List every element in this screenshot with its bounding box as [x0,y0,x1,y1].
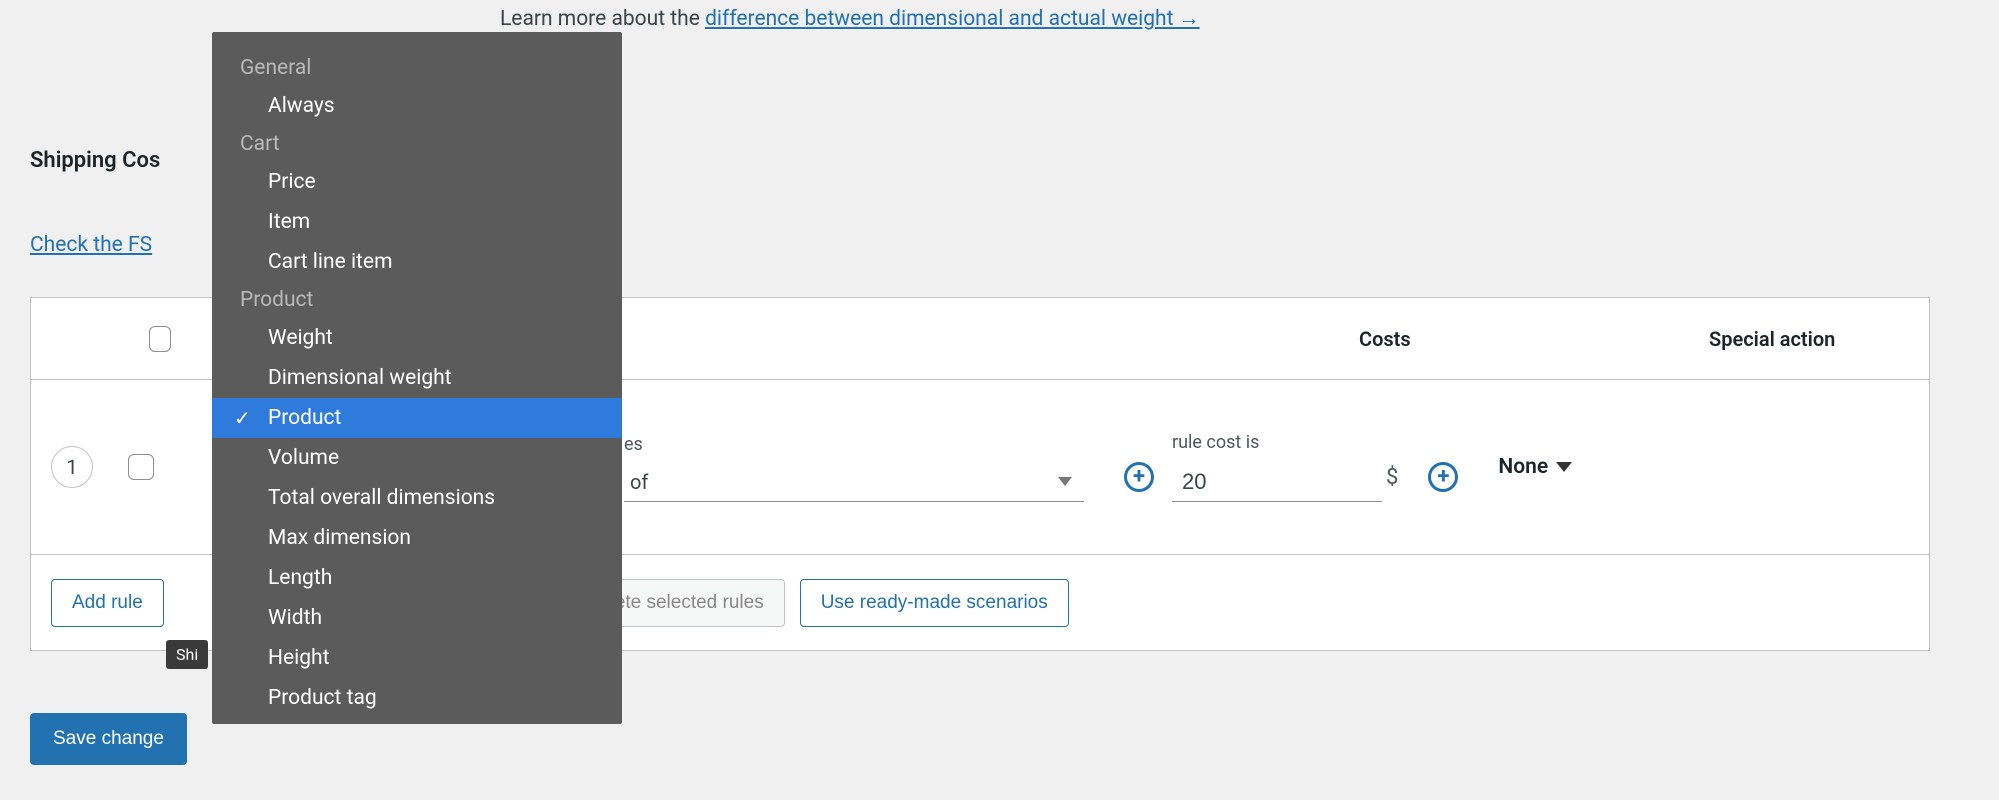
dropdown-item-label: Cart line item [268,250,392,274]
dropdown-item[interactable]: Always [212,86,622,126]
dropdown-item-label: Always [268,94,335,118]
dropdown-item[interactable]: Dimensional weight [212,358,622,398]
dropdown-group-label: Cart [212,126,622,162]
currency-symbol: $ [1386,465,1398,490]
dropdown-item-label: Max dimension [268,526,411,550]
of-select[interactable]: of [624,462,1084,502]
add-condition-button[interactable]: + [1124,462,1154,492]
dropdown-group-label: Product [212,282,622,318]
dropdown-group-label: General [212,50,622,86]
row-number: 1 [51,446,93,488]
dropdown-item[interactable]: Width [212,598,622,638]
dropdown-item[interactable]: Weight [212,318,622,358]
special-action-select[interactable]: None [1498,455,1572,479]
dropdown-item-label: Weight [268,326,333,350]
add-cost-button[interactable]: + [1428,462,1458,492]
dropdown-item-label: Product tag [268,686,377,710]
dropdown-item-label: Price [268,170,316,194]
dropdown-item-label: Item [268,210,310,234]
cost-input[interactable] [1172,462,1382,502]
delete-selected-button[interactable]: ete selected rules [594,579,785,627]
select-all-checkbox[interactable] [149,326,171,352]
of-truncated-label: es [624,434,643,455]
dropdown-item-label: Product [268,406,341,430]
dropdown-item[interactable]: Volume [212,438,622,478]
col-special-header: Special action [1709,327,1909,351]
dropdown-item-label: Total overall dimensions [268,486,495,510]
dropdown-item-label: Width [268,606,322,630]
chevron-down-icon [1556,462,1572,472]
dropdown-item-label: Height [268,646,329,670]
dropdown-item[interactable]: Price [212,162,622,202]
save-changes-button[interactable]: Save change [30,713,187,765]
cost-label: rule cost is [1172,432,1259,453]
chevron-down-icon [1058,477,1072,486]
learn-more-text: Learn more about the difference between … [500,7,1200,31]
dropdown-item[interactable]: Product tag [212,678,622,718]
add-rule-button[interactable]: Add rule [51,579,164,627]
dropdown-item[interactable]: ✓ Product [212,398,622,438]
col-costs-header: Costs [1359,327,1709,351]
dropdown-item[interactable]: Height [212,638,622,678]
dropdown-item[interactable]: Item [212,202,622,242]
special-action-value: None [1498,455,1548,479]
dropdown-item[interactable]: Length [212,558,622,598]
check-icon: ✓ [234,406,251,430]
of-select-text: of [630,470,648,494]
check-fs-link[interactable]: Check the FS [30,233,152,257]
tooltip: Shi [166,640,208,669]
use-scenarios-button[interactable]: Use ready-made scenarios [800,579,1069,627]
row-checkbox[interactable] [128,454,154,480]
dropdown-item-label: Dimensional weight [268,366,452,390]
dropdown-item[interactable]: Max dimension [212,518,622,558]
dropdown-item[interactable]: Total overall dimensions [212,478,622,518]
dropdown-item[interactable]: Cart line item [212,242,622,282]
learn-more-link[interactable]: difference between dimensional and actua… [705,7,1200,31]
dropdown-item-label: Length [268,566,332,590]
section-title: Shipping Cos [30,148,160,173]
condition-dropdown-menu: General Always Cart Price Item Cart line item… [212,32,622,724]
dropdown-item-label: Volume [268,446,339,470]
learn-more-prefix: Learn more about the [500,7,705,31]
